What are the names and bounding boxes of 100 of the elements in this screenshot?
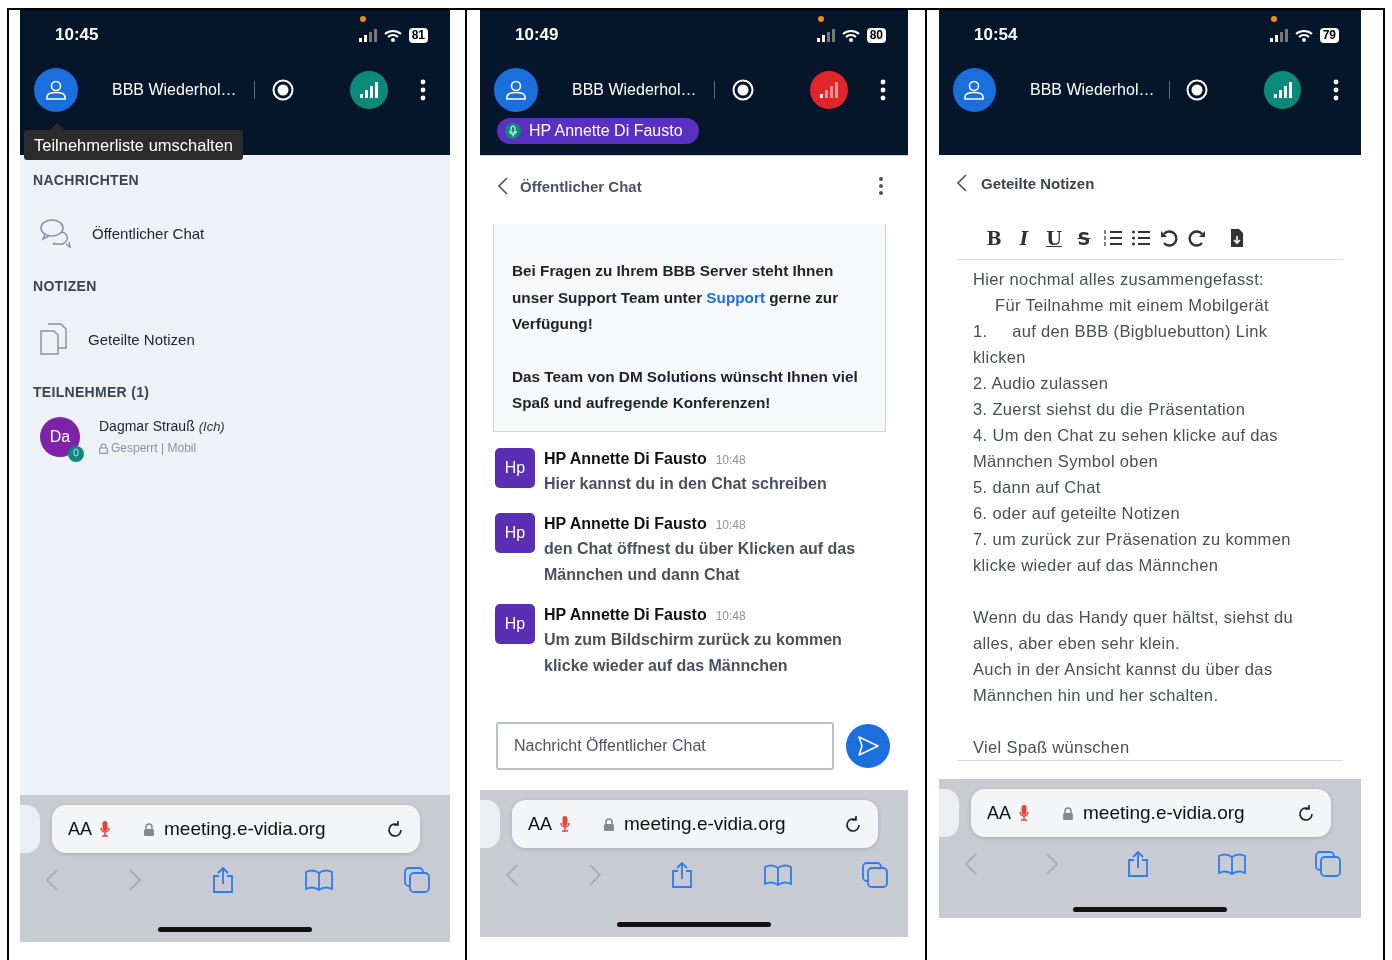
talking-indicator: HP Annette Di Fausto bbox=[497, 118, 699, 144]
lock-icon bbox=[99, 442, 108, 454]
meeting-title: BBB Wiederhol… bbox=[1029, 81, 1156, 99]
chat-bubbles-icon bbox=[40, 218, 72, 248]
url-text: meeting.e-vidia.org bbox=[624, 813, 787, 835]
note-text-line: 7. um zurück zur Präsenation zu kommen klicke wieder auf das Männchen bbox=[973, 529, 1292, 576]
tooltip: Teilnehmerliste umschalten bbox=[24, 123, 243, 160]
privacy-dot-icon bbox=[1271, 16, 1277, 22]
message-text: Hier kannst du in den Chat schreiben bbox=[544, 473, 827, 494]
microphone-icon[interactable] bbox=[100, 821, 110, 837]
more-options-icon[interactable] bbox=[878, 176, 884, 196]
sender-name: HP Annette Di Fausto bbox=[544, 514, 707, 532]
note-text-line: Wenn du das Handy quer hältst, siehst du alles, aber eben sehr klein. bbox=[973, 607, 1295, 654]
user-icon bbox=[505, 79, 527, 101]
status-time: 10:54 bbox=[974, 25, 1019, 45]
share-icon[interactable] bbox=[1127, 851, 1149, 877]
lock-icon bbox=[604, 817, 614, 831]
back-chevron-icon[interactable] bbox=[957, 174, 967, 192]
more-options-button[interactable] bbox=[878, 78, 888, 102]
send-button[interactable] bbox=[846, 724, 890, 768]
reload-icon[interactable] bbox=[844, 814, 862, 834]
note-text-line: 1. auf den BBB (Bigbluebutton) Link klicken bbox=[973, 321, 1269, 368]
bookmarks-icon[interactable] bbox=[305, 869, 333, 891]
participant-status: Gesperrt | Mobil bbox=[111, 441, 197, 455]
status-time: 10:49 bbox=[515, 25, 560, 45]
meeting-title: BBB Wiederhol… bbox=[112, 81, 238, 99]
address-bar[interactable]: AA meeting.e-vidia.org bbox=[971, 789, 1331, 837]
note-text-line: 2. Audio zulassen bbox=[973, 373, 1110, 394]
back-chevron-icon[interactable] bbox=[498, 177, 508, 195]
share-icon[interactable] bbox=[212, 867, 234, 893]
signal-icon bbox=[816, 28, 835, 42]
signal-bars-icon bbox=[1273, 82, 1292, 98]
message-text: den Chat öffnest du über Klicken auf das Männchen und dann Chat bbox=[544, 538, 857, 585]
privacy-dot-icon bbox=[818, 16, 824, 22]
user-list-toggle-button[interactable] bbox=[494, 68, 538, 112]
bookmarks-icon[interactable] bbox=[763, 864, 792, 886]
signal-bars-icon bbox=[360, 82, 378, 98]
battery-level: 81 bbox=[408, 27, 428, 43]
connection-status-button[interactable] bbox=[810, 71, 848, 109]
sidebar-item[interactable]: Öffentlicher Chat bbox=[20, 190, 450, 276]
more-options-button[interactable] bbox=[418, 78, 428, 102]
redo-icon[interactable] bbox=[1187, 228, 1207, 248]
note-text-line: 6. oder auf geteilte Notizen bbox=[973, 503, 1181, 524]
reload-icon[interactable] bbox=[386, 819, 404, 839]
wifi-icon bbox=[383, 28, 402, 42]
record-button[interactable] bbox=[730, 77, 756, 103]
user-list-toggle-button[interactable] bbox=[953, 68, 996, 112]
section-heading: NACHRICHTEN bbox=[33, 171, 140, 190]
share-icon[interactable] bbox=[671, 862, 693, 888]
section-heading: NOTIZEN bbox=[33, 277, 98, 296]
record-button[interactable] bbox=[270, 77, 296, 103]
message-time: 10:48 bbox=[715, 517, 746, 532]
underline-button[interactable]: U bbox=[1043, 227, 1065, 249]
connection-status-button[interactable] bbox=[1264, 71, 1302, 109]
italic-button[interactable]: I bbox=[1013, 227, 1035, 249]
numbered-list-icon[interactable] bbox=[1103, 228, 1123, 248]
lock-icon bbox=[144, 822, 154, 836]
bullet-list-icon[interactable] bbox=[1131, 228, 1151, 248]
tabs-icon[interactable] bbox=[1315, 851, 1341, 877]
participant-name[interactable]: Dagmar Strauß bbox=[99, 418, 195, 434]
note-text-line: 4. Um den Chat zu sehen klicke auf das Männchen Symbol oben bbox=[973, 425, 1279, 472]
tabs-icon[interactable] bbox=[862, 862, 888, 888]
note-text-line: Hier nochmal alles zusammengefasst: bbox=[973, 269, 1266, 290]
welcome-paragraph: Das Team von DM Solutions wünscht Ihnen viel Spaß und aufregende Konferenzen! bbox=[512, 366, 859, 413]
address-bar[interactable]: AA meeting.e-vidia.org bbox=[52, 805, 420, 853]
connection-status-button[interactable] bbox=[350, 71, 388, 109]
address-bar[interactable]: AA meeting.e-vidia.org bbox=[512, 800, 878, 848]
user-list-toggle-button[interactable] bbox=[34, 68, 78, 112]
microphone-icon[interactable] bbox=[1019, 805, 1029, 821]
support-link[interactable]: Support bbox=[706, 288, 765, 306]
url-text: meeting.e-vidia.org bbox=[1083, 802, 1246, 824]
url-text: meeting.e-vidia.org bbox=[164, 818, 327, 840]
tabs-icon[interactable] bbox=[404, 867, 430, 893]
microphone-badge-icon bbox=[68, 446, 84, 462]
microphone-icon[interactable] bbox=[560, 816, 570, 832]
more-options-button[interactable] bbox=[1331, 78, 1341, 102]
message-text: Um zum Bildschirm zurück zu kommen klicke wieder auf das Männchen bbox=[544, 629, 843, 676]
note-text-line: 3. Zuerst siehst du die Präsentation bbox=[973, 399, 1247, 420]
bold-button[interactable]: B bbox=[983, 227, 1005, 249]
user-icon bbox=[963, 79, 986, 101]
sidebar-item[interactable]: Geteilte Notizen bbox=[20, 296, 450, 382]
strikethrough-button[interactable]: S bbox=[1073, 227, 1095, 249]
reload-icon[interactable] bbox=[1297, 803, 1315, 823]
text-size-button[interactable]: AA bbox=[68, 818, 92, 840]
message-time: 10:48 bbox=[715, 608, 746, 623]
battery-level: 79 bbox=[1319, 27, 1339, 43]
text-size-button[interactable]: AA bbox=[528, 813, 552, 835]
panel-title: Öffentlicher Chat bbox=[520, 177, 643, 195]
bookmarks-icon[interactable] bbox=[1218, 853, 1246, 875]
panel-title: Geteilte Notizen bbox=[981, 174, 1095, 192]
self-tag: (Ich) bbox=[198, 419, 225, 434]
note-text-line: Für Teilnahme mit einem Mobilgerät bbox=[994, 295, 1270, 316]
meeting-title: BBB Wiederhol… bbox=[572, 81, 698, 99]
section-heading: TEILNEHMER (1) bbox=[33, 383, 151, 402]
microphone-icon bbox=[505, 123, 521, 139]
user-avatar[interactable]: Da bbox=[40, 417, 80, 457]
text-size-button[interactable]: AA bbox=[987, 802, 1011, 824]
message-input-field[interactable]: Nachricht Öffentlicher Chat bbox=[496, 722, 834, 770]
message-time: 10:48 bbox=[715, 452, 746, 467]
undo-icon[interactable] bbox=[1159, 228, 1179, 248]
